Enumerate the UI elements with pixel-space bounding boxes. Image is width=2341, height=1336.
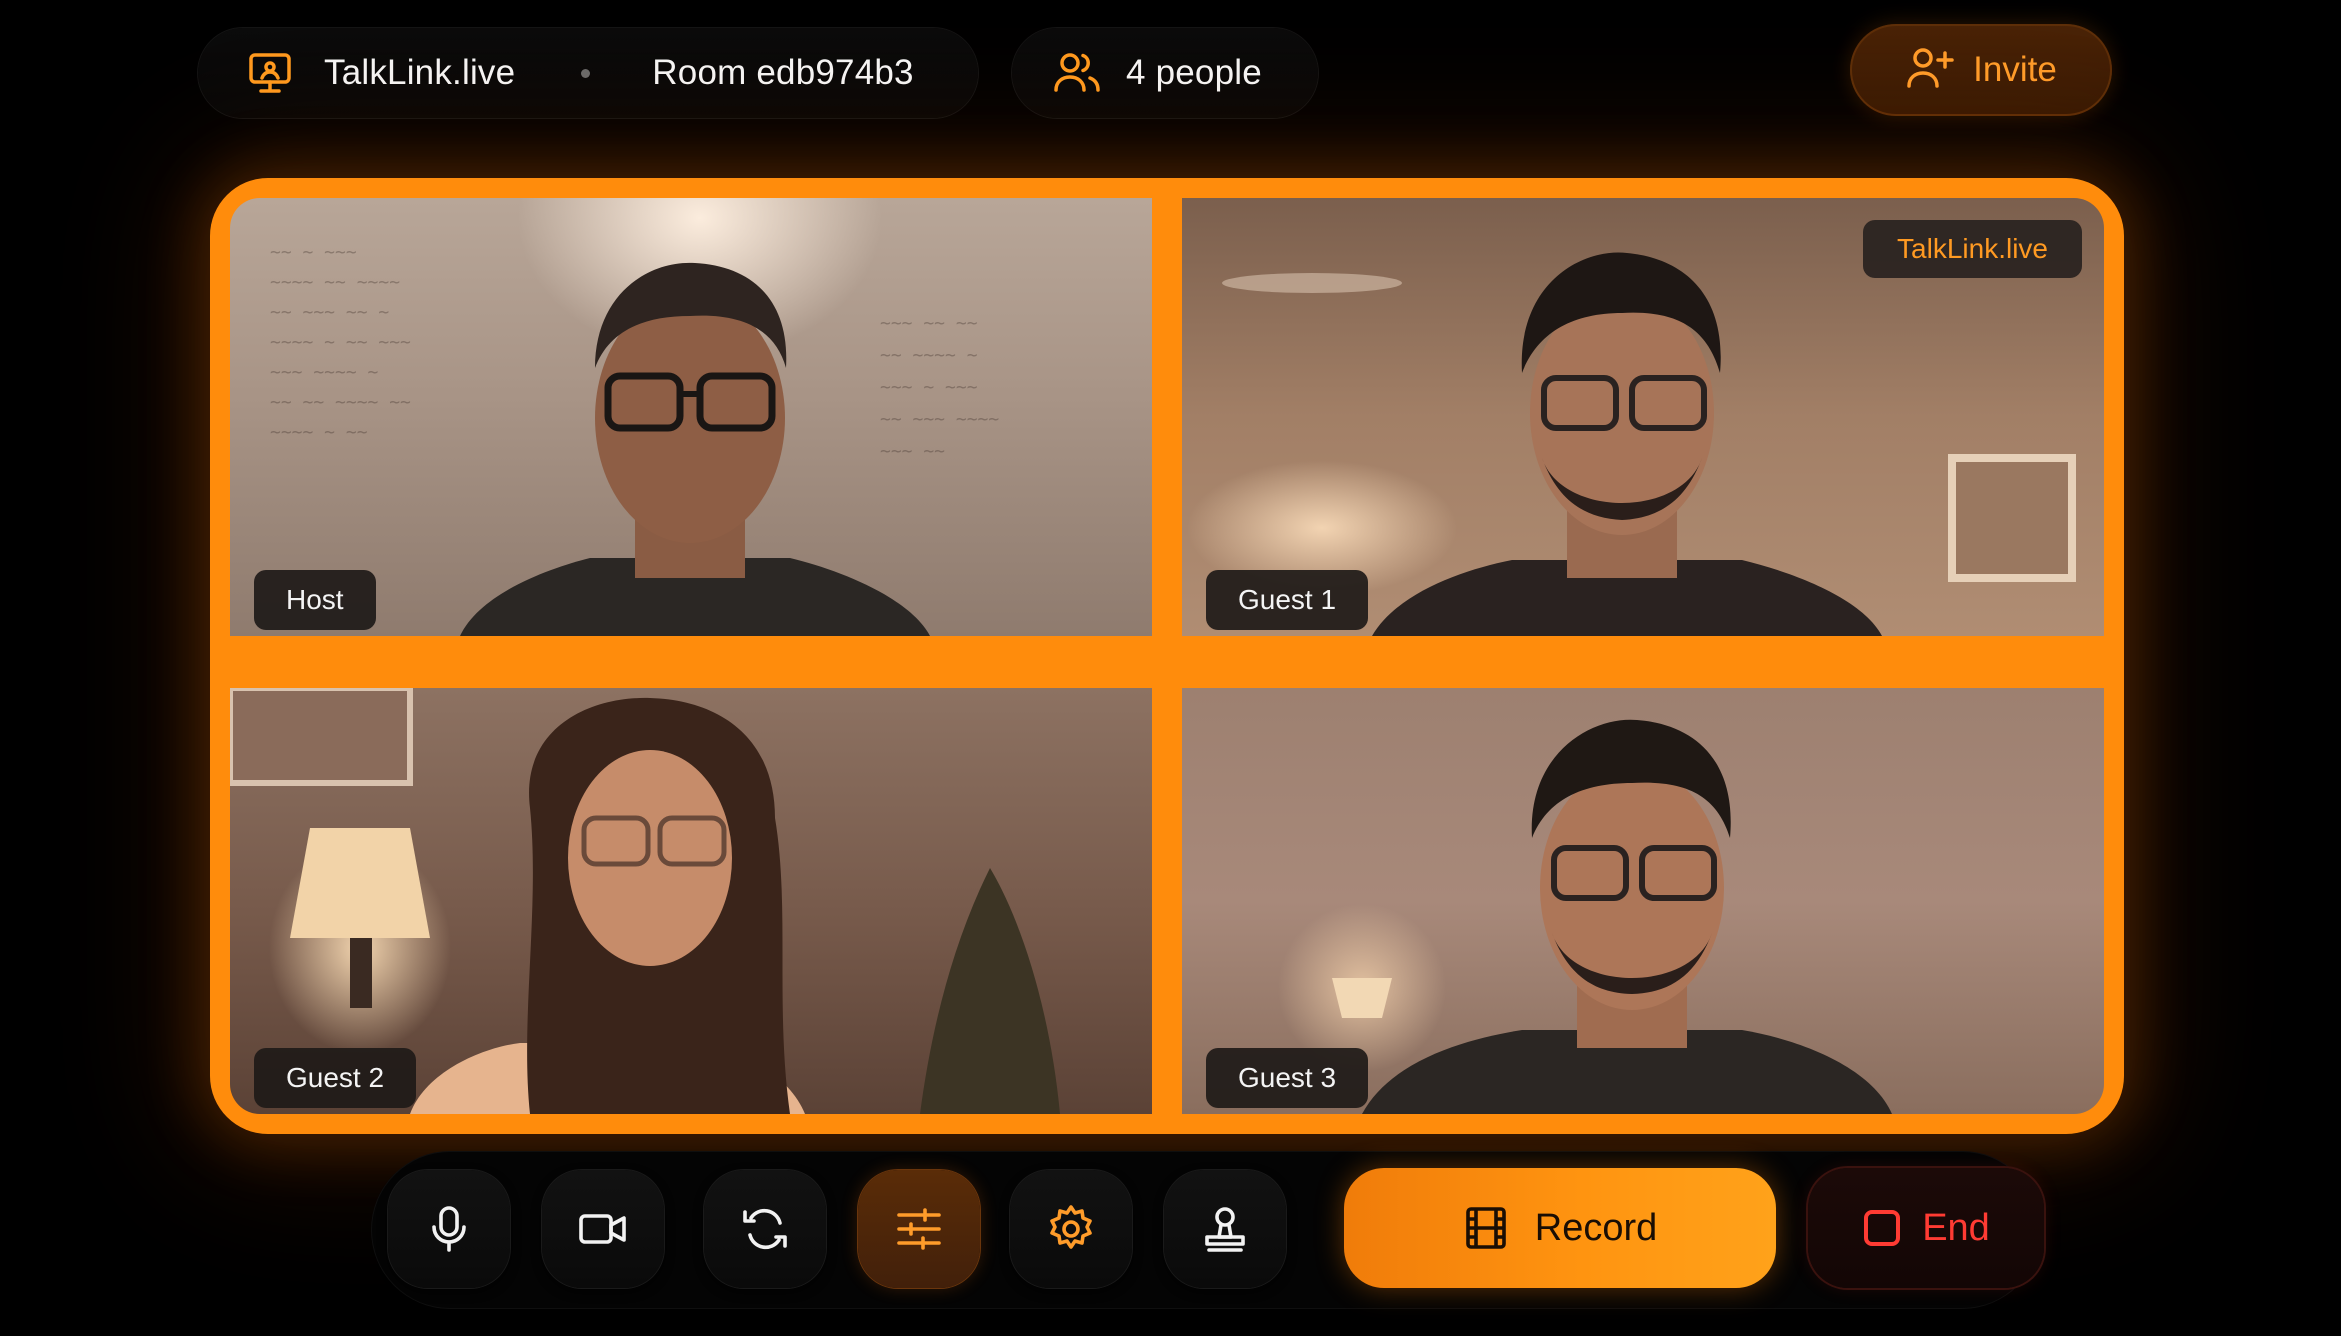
video-tile-host[interactable]: ~~ ~ ~~~ ~~~~ ~~ ~~~~ ~~ ~~~ ~~ ~ ~~~~ ~ ~~… [230, 198, 1152, 636]
microphone-icon [432, 1206, 466, 1252]
participant-name-tag: Guest 1 [1206, 570, 1369, 630]
invite-button[interactable]: Invite [1850, 24, 2112, 116]
video-grid: ~~ ~ ~~~ ~~~~ ~~ ~~~~ ~~ ~~~ ~~ ~ ~~~~ ~ ~~… [210, 178, 2124, 1134]
video-call-screen: TalkLink.live Room edb974b3 4 people Inv… [0, 0, 2341, 1336]
gear-icon [1050, 1205, 1092, 1249]
microphone-button[interactable] [388, 1170, 510, 1288]
switch-camera-icon [743, 1208, 787, 1250]
end-call-button[interactable]: End [1808, 1168, 2044, 1288]
record-label: Record [1534, 1206, 1658, 1249]
settings-button[interactable] [1010, 1170, 1132, 1288]
participants-pill[interactable]: 4 people [1012, 28, 1318, 118]
sliders-icon [897, 1208, 941, 1250]
video-tile-guest-1[interactable]: TalkLink.live Guest 1 [1182, 198, 2104, 636]
people-count: 4 people [1126, 53, 1262, 92]
participant-name-tag: Guest 2 [254, 1048, 417, 1108]
add-user-icon [1905, 45, 1955, 96]
film-icon [1465, 1207, 1506, 1249]
switch-camera-button[interactable] [704, 1170, 826, 1288]
adjustments-button[interactable] [858, 1170, 980, 1288]
stop-icon [1864, 1210, 1901, 1246]
room-info-pill: TalkLink.live Room edb974b3 [198, 28, 978, 118]
invite-label: Invite [1973, 50, 2057, 89]
stamp-icon [1205, 1207, 1245, 1252]
stamp-button[interactable] [1164, 1170, 1286, 1288]
participant-name-tag: Host [254, 570, 376, 630]
separator-dot [581, 68, 591, 78]
record-button[interactable]: Record [1344, 1168, 1776, 1288]
camera-icon [579, 1214, 626, 1244]
users-icon [1052, 50, 1102, 96]
video-tile-guest-2[interactable]: Guest 2 [230, 688, 1152, 1114]
end-label: End [1922, 1206, 1990, 1249]
monitor-icon [246, 49, 294, 97]
brand-name: TalkLink.live [324, 53, 516, 92]
room-id: Room edb974b3 [652, 53, 914, 92]
video-tile-guest-3[interactable]: Guest 3 [1182, 688, 2104, 1114]
camera-button[interactable] [542, 1170, 664, 1288]
participant-name-tag: Guest 3 [1206, 1048, 1369, 1108]
watermark-badge: TalkLink.live [1863, 220, 2082, 278]
